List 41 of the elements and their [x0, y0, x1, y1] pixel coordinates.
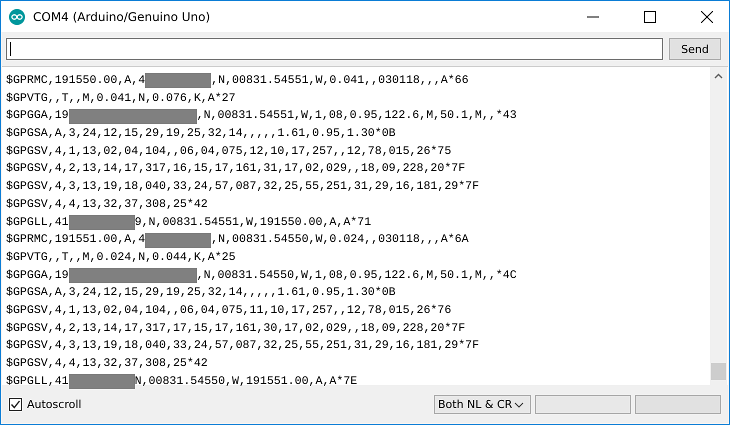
autoscroll-label[interactable]: Autoscroll	[27, 398, 82, 411]
scroll-up-icon[interactable]	[714, 73, 723, 79]
output-text: $GPGSV,4,4,13,32,37,308,25*42	[6, 196, 208, 213]
line-ending-dropdown[interactable]: Both NL & CR	[434, 395, 531, 414]
output-text: ,N,00831.54551,W,1,08,0.95,122.6,M,50.1,M,,*43	[196, 108, 517, 124]
output-text: $GPGSV,4,3,13,19,18,040,33,24,57,087,32,25,55,251,31,29,16,181,29*7F	[6, 338, 480, 354]
send-button[interactable]: Send	[669, 38, 721, 60]
redaction-bar	[68, 214, 135, 230]
checkbox[interactable]	[9, 398, 22, 411]
output-text: $GPGLL,41	[6, 214, 69, 230]
maximize-icon[interactable]	[644, 10, 656, 22]
window-title: COM4 (Arduino/Genuino Uno)	[33, 10, 210, 24]
input-field[interactable]	[6, 38, 663, 60]
output-text: $GPGSV,4,2,13,14,17,317,17,15,17,161,30,17,02,029,,18,09,228,20*7F	[6, 320, 466, 337]
output-text: ,N,00831.54551,W,0.041,,030118,,,A*66	[211, 73, 469, 89]
chevron-icon	[514, 402, 524, 408]
infinity-logo-icon	[9, 8, 25, 24]
output-text: ,N,00831.54550,W,1,08,0.95,122.6,M,50.1,M,,*4C	[196, 268, 517, 284]
output-text: $GPVTG,,T,,M,0.041,N,0.076,K,A*27	[6, 90, 236, 107]
output-text: $GPGSA,A,3,24,12,15,29,19,25,32,14,,,,,1.61,0.95,1.30*0B	[6, 126, 396, 142]
output-text: $GPVTG,,T,,M,0.024,N,0.044,K,A*25	[6, 250, 236, 266]
output-text: $GPGSV,4,3,13,19,18,040,33,24,57,087,32,25,55,251,31,29,16,181,29*7F	[6, 179, 480, 196]
output-text: $GPGGA,19	[6, 268, 69, 284]
output-text: ,N,00831.54550,W,0.024,,030118,,,A*6A	[211, 232, 469, 248]
scrollbar-thumb[interactable]	[711, 363, 726, 380]
redaction-bar	[145, 73, 212, 88]
output-text: $GPRMC,191551.00,A,4	[6, 232, 146, 248]
output-text: $GPGSV,4,4,13,32,37,308,25*42	[6, 356, 208, 372]
output-text: $GPGLL,41	[6, 374, 69, 390]
output-text: $GPGSA,A,3,24,12,15,29,19,25,32,14,,,,,1.61,0.95,1.30*0B	[6, 285, 396, 302]
output-text: $GPGSV,4,1,13,02,04,104,,06,04,075,12,10,17,257,,12,78,015,26*75	[6, 144, 452, 160]
redaction-bar	[145, 232, 212, 248]
output-text: $GPGSV,4,2,13,14,17,317,16,15,17,161,31,17,02,029,,18,09,228,20*7F	[6, 161, 466, 178]
output-text: $GPRMC,191550.00,A,4	[6, 73, 146, 89]
output-text: $GPGGA,19	[6, 108, 69, 124]
output-text: $GPGSV,4,1,13,02,04,104,,06,04,075,11,10,17,257,,12,78,015,26*76	[6, 302, 452, 319]
output-text: N,00831.54550,W,191551.00,A,A*7E	[134, 374, 358, 390]
close-icon[interactable]	[701, 10, 713, 22]
output-text: 9,N,00831.54551,W,191550.00,A,A*71	[134, 214, 372, 230]
scrollbar[interactable]	[710, 67, 727, 385]
redaction-bar	[68, 374, 135, 390]
